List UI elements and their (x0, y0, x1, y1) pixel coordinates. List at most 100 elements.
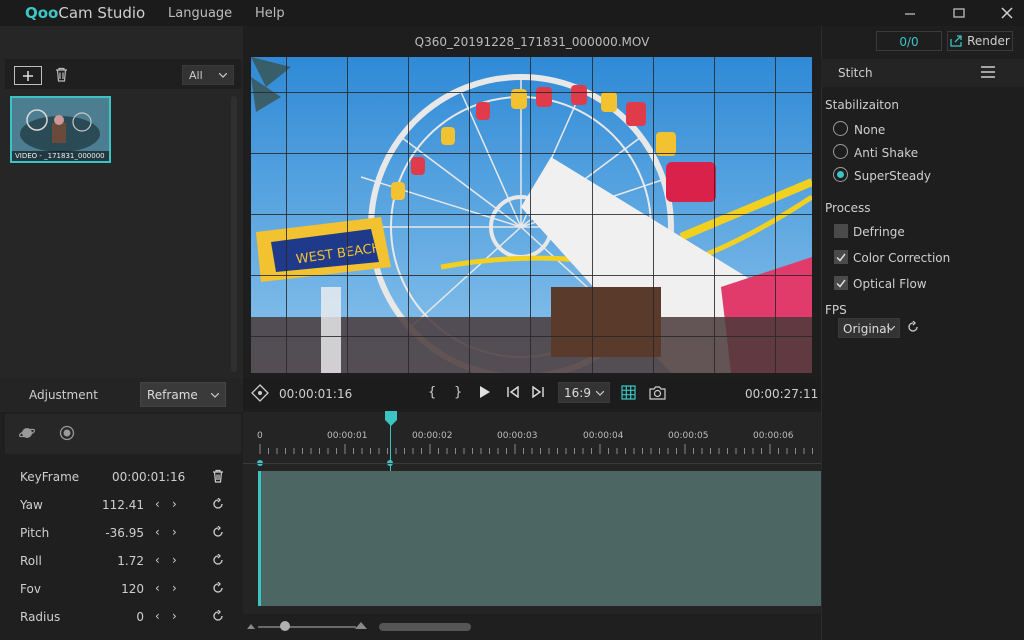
param-fov-reset[interactable] (212, 582, 224, 594)
clip-start-handle[interactable] (258, 471, 261, 606)
zoom-out-icon (247, 624, 255, 629)
chevron-down-icon (219, 73, 227, 78)
keyframe-track-line (243, 463, 821, 464)
stabilization-label: Stabilizaiton (825, 98, 899, 112)
ruler-label: 00:00:06 (753, 431, 794, 441)
prev-frame-button[interactable] (506, 386, 520, 398)
planet-view-button[interactable] (19, 426, 35, 440)
menu-language[interactable]: Language (168, 6, 232, 21)
radio-none-label: None (854, 123, 886, 137)
reset-icon (908, 321, 918, 332)
param-yaw-value[interactable]: 112.41 (84, 498, 144, 512)
aspect-ratio-select[interactable]: 16:9 (558, 382, 610, 403)
planet-icon (19, 428, 35, 438)
minimize-button[interactable] (895, 2, 925, 24)
param-roll-value[interactable]: 1.72 (84, 554, 144, 568)
param-pitch-decrease[interactable]: ‹ (155, 525, 160, 539)
param-roll-increase[interactable]: › (172, 553, 177, 567)
param-yaw-reset[interactable] (212, 498, 224, 510)
checkbox-color-correction[interactable] (834, 250, 848, 264)
playhead-handle[interactable] (384, 411, 398, 427)
process-label: Process (825, 201, 871, 215)
param-radius-label: Radius (20, 610, 61, 624)
param-pitch-label: Pitch (20, 526, 50, 540)
radio-anti-shake-label: Anti Shake (854, 146, 919, 160)
timeline-scrollbar[interactable] (379, 623, 471, 631)
radio-supersteady[interactable] (833, 167, 848, 182)
media-filter-select[interactable]: All (182, 65, 234, 85)
maximize-button[interactable] (944, 2, 974, 24)
param-fov-increase[interactable]: › (172, 581, 177, 595)
add-media-button[interactable] (14, 66, 42, 85)
plus-icon (23, 70, 33, 81)
play-button[interactable] (479, 385, 491, 399)
param-pitch-increase[interactable]: › (172, 525, 177, 539)
reset-icon (213, 610, 223, 621)
param-yaw-decrease[interactable]: ‹ (155, 497, 160, 511)
ruler-label: 00:00:03 (497, 431, 538, 441)
lens-icon (59, 425, 75, 441)
stitch-menu-button[interactable] (981, 66, 995, 78)
zoom-out-button[interactable] (247, 623, 255, 630)
zoom-slider[interactable] (258, 626, 356, 628)
title-bar (0, 0, 1024, 26)
param-roll-decrease[interactable]: ‹ (155, 553, 160, 567)
close-button[interactable] (992, 2, 1022, 24)
media-thumbnail[interactable]: VIDEO - _171831_000000 (10, 96, 111, 163)
timeline-ruler-ticks (259, 444, 813, 454)
lens-view-button[interactable] (59, 425, 75, 441)
adjustment-mode-select[interactable]: Reframe (140, 382, 226, 407)
keyframe-button[interactable] (251, 384, 269, 402)
radio-anti-shake[interactable] (833, 144, 848, 159)
step-back-icon (507, 386, 519, 398)
grid-toggle-button[interactable] (621, 385, 636, 400)
app-logo: QooCam Studio (25, 4, 146, 22)
chevron-down-icon (887, 326, 895, 331)
total-time: 00:00:27:11 (745, 387, 819, 401)
radio-none[interactable] (833, 121, 848, 136)
media-scrollbar[interactable] (231, 96, 237, 372)
zoom-slider-thumb[interactable] (280, 621, 290, 631)
fps-reset-button[interactable] (907, 321, 919, 333)
delete-media-button[interactable] (55, 67, 68, 82)
checkmark-icon (836, 253, 846, 262)
checkbox-optical-flow[interactable] (834, 276, 848, 290)
hamburger-menu-icon (981, 66, 995, 78)
stitch-title: Stitch (838, 66, 873, 80)
close-icon (1001, 7, 1013, 19)
reset-icon (213, 526, 223, 537)
menu-help[interactable]: Help (255, 6, 285, 21)
keyframe-time: 00:00:01:16 (112, 470, 186, 484)
delete-keyframe-button[interactable] (212, 469, 224, 483)
param-roll-label: Roll (20, 554, 42, 568)
param-radius-increase[interactable]: › (172, 609, 177, 623)
param-roll-reset[interactable] (212, 554, 224, 566)
param-pitch-value[interactable]: -36.95 (84, 526, 144, 540)
mark-in-button[interactable]: { (428, 385, 436, 400)
reset-icon (213, 554, 223, 565)
param-fov-value[interactable]: 120 (84, 582, 144, 596)
render-button[interactable]: Render (947, 31, 1013, 51)
current-time: 00:00:01:16 (279, 387, 353, 401)
param-yaw-increase[interactable]: › (172, 497, 177, 511)
param-radius-value[interactable]: 0 (84, 610, 144, 624)
chevron-down-icon (211, 393, 219, 398)
video-clip-track[interactable] (258, 471, 821, 606)
zoom-in-button[interactable] (355, 621, 367, 630)
snapshot-button[interactable] (649, 385, 666, 400)
trash-icon (56, 67, 67, 82)
fps-select[interactable]: Original (838, 318, 900, 338)
chevron-down-icon (596, 391, 604, 396)
video-preview[interactable]: WEST BEACH (251, 57, 812, 373)
param-radius-reset[interactable] (212, 610, 224, 622)
checkmark-icon (836, 279, 846, 288)
ruler-label: 0 (257, 431, 263, 441)
mark-out-button[interactable]: } (454, 385, 462, 400)
next-frame-button[interactable] (531, 386, 545, 398)
param-radius-decrease[interactable]: ‹ (155, 609, 160, 623)
checkbox-defringe[interactable] (834, 224, 848, 238)
param-fov-decrease[interactable]: ‹ (155, 581, 160, 595)
param-pitch-reset[interactable] (212, 526, 224, 538)
camera-icon (649, 386, 666, 400)
radio-supersteady-label: SuperSteady (854, 169, 931, 183)
